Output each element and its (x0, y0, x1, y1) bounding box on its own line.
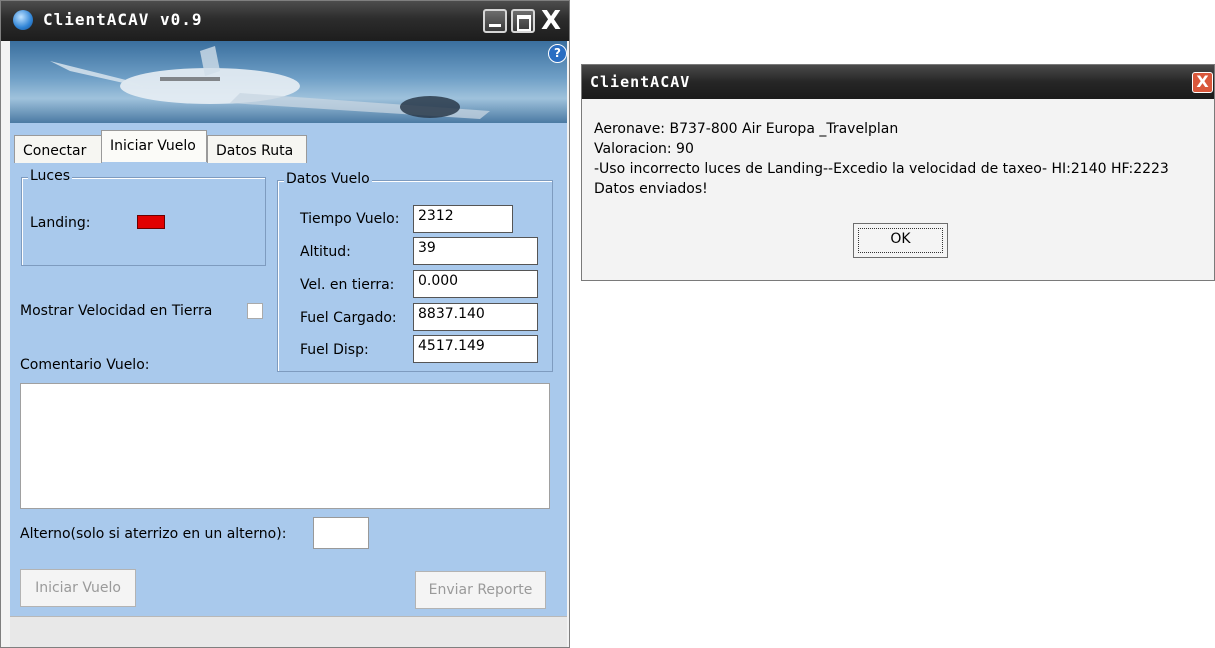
tab-datos-ruta[interactable]: Datos Ruta (207, 135, 307, 163)
app-drop-icon (13, 10, 33, 30)
dialog-title: ClientACAV (590, 73, 691, 91)
alterno-input[interactable] (313, 517, 369, 549)
landing-label: Landing: (30, 215, 91, 231)
dialog-title-bar[interactable]: ClientACAV X (582, 65, 1214, 99)
title-bar[interactable]: ClientACAV v0.9 X (1, 1, 569, 41)
mostrar-velocidad-checkbox[interactable] (247, 303, 263, 319)
fuel-cargado-label: Fuel Cargado: (300, 310, 397, 326)
dialog-line-valoracion: Valoracion: 90 (594, 141, 694, 157)
window-title: ClientACAV v0.9 (43, 10, 203, 29)
landing-light-indicator (137, 215, 165, 229)
airplane-illustration (50, 46, 490, 119)
enviar-reporte-button[interactable]: Enviar Reporte (415, 571, 546, 609)
minimize-button[interactable] (483, 9, 507, 33)
client-area: Conectar Iniciar Vuelo Datos Ruta Luces … (10, 123, 567, 616)
comentario-label: Comentario Vuelo: (20, 357, 150, 373)
tiempo-vuelo-label: Tiempo Vuelo: (300, 211, 400, 227)
status-bar (10, 616, 567, 647)
message-dialog: ClientACAV X Aeronave: B737-800 Air Euro… (581, 64, 1215, 281)
help-icon[interactable]: ? (548, 44, 567, 63)
comentario-textarea[interactable] (20, 383, 550, 509)
vel-tierra-field[interactable]: 0.000 (413, 270, 538, 298)
close-button[interactable]: X (539, 8, 563, 34)
tiempo-vuelo-field[interactable]: 2312 (413, 205, 513, 233)
vel-tierra-label: Vel. en tierra: (300, 277, 395, 293)
datos-vuelo-group-title: Datos Vuelo (284, 171, 372, 187)
fuel-disp-field[interactable]: 4517.149 (413, 335, 538, 363)
main-window: ClientACAV v0.9 X ? Conectar Iniciar Vue… (0, 0, 570, 648)
fuel-cargado-field[interactable]: 8837.140 (413, 303, 538, 331)
airplane-banner-image: ? (10, 41, 567, 123)
ok-button[interactable]: OK (853, 223, 948, 258)
alterno-label: Alterno(solo si aterrizo en un alterno): (20, 526, 287, 542)
maximize-button[interactable] (511, 9, 535, 33)
tab-conectar[interactable]: Conectar (14, 135, 102, 163)
luces-group-title: Luces (28, 168, 73, 184)
dialog-line-enviados: Datos enviados! (594, 181, 708, 197)
iniciar-vuelo-button[interactable]: Iniciar Vuelo (20, 569, 136, 607)
dialog-line-errores: -Uso incorrecto luces de Landing--Excedi… (594, 161, 1169, 177)
altitud-label: Altitud: (300, 244, 351, 260)
dialog-line-aeronave: Aeronave: B737-800 Air Europa _Travelpla… (594, 121, 899, 137)
tab-iniciar-vuelo[interactable]: Iniciar Vuelo (101, 130, 207, 162)
fuel-disp-label: Fuel Disp: (300, 342, 369, 358)
mostrar-velocidad-label: Mostrar Velocidad en Tierra (20, 303, 213, 319)
dialog-close-button[interactable]: X (1192, 72, 1213, 93)
altitud-field[interactable]: 39 (413, 237, 538, 265)
